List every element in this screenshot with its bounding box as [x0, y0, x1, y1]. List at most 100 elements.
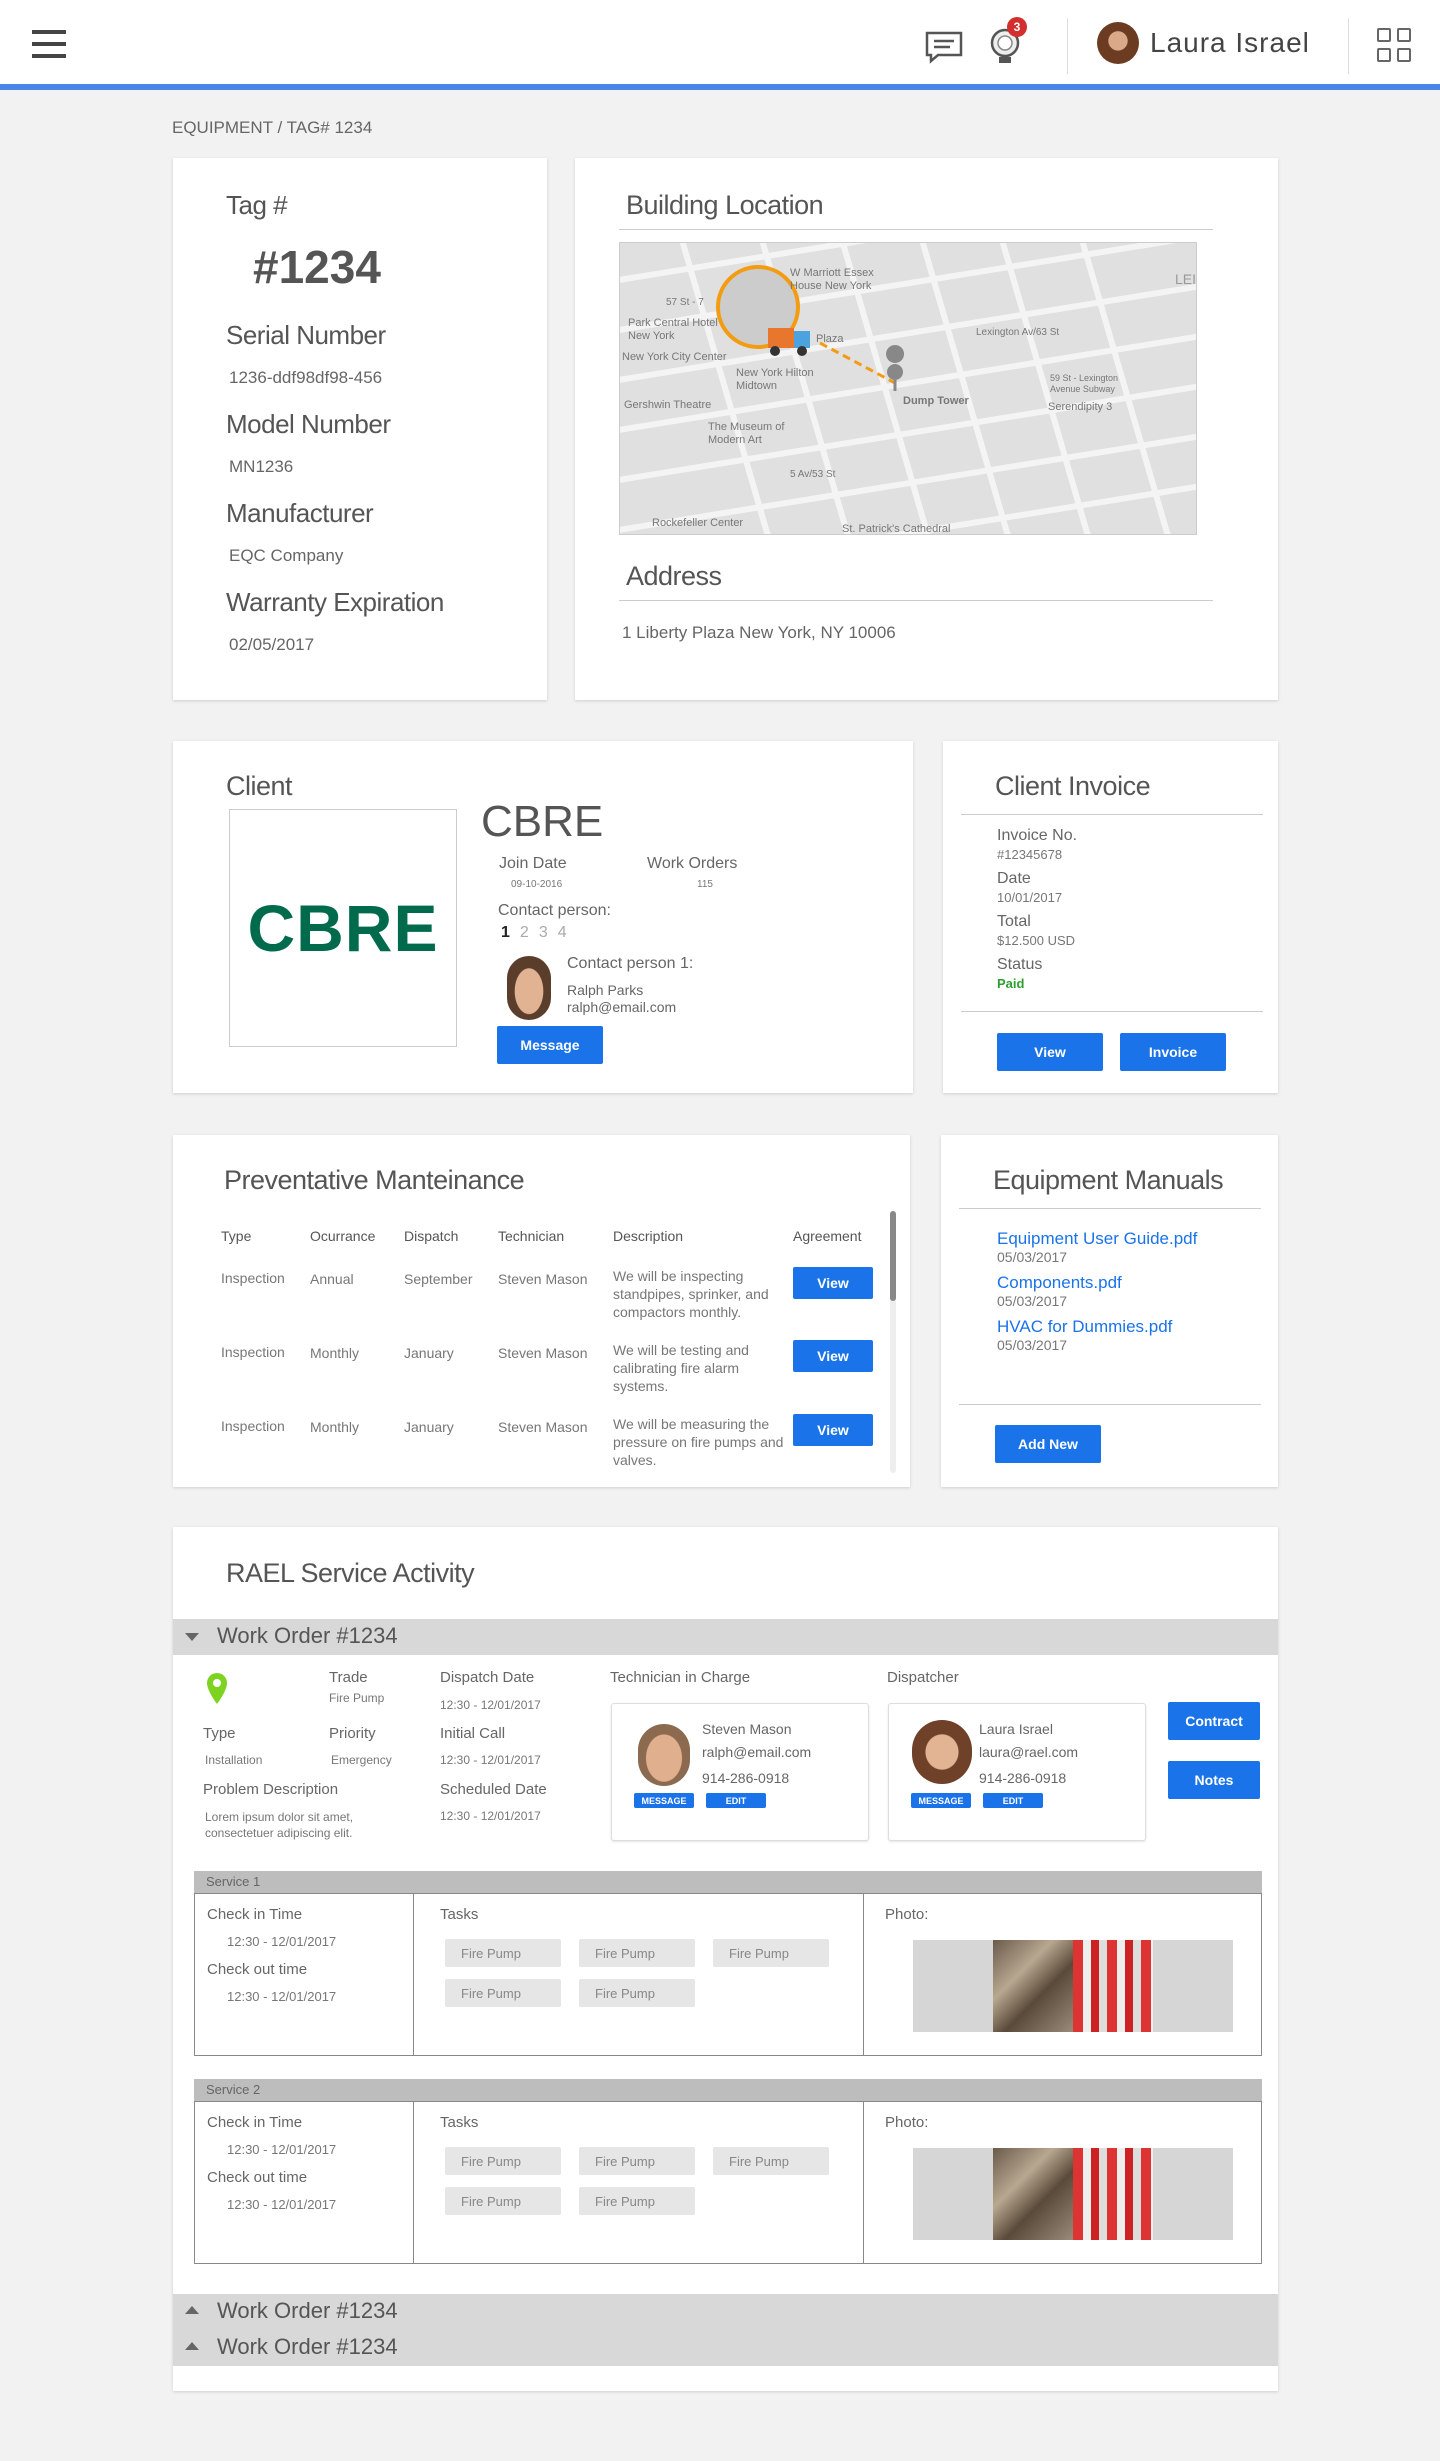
task-chip[interactable]: Fire Pump [579, 2147, 695, 2175]
serial-label: Serial Number [226, 320, 386, 350]
checkin-label: Check in Time [207, 1906, 303, 1923]
work-order-header[interactable]: Work Order #1234 [173, 1619, 1278, 1655]
technician-message-button[interactable]: MESSAGE [634, 1793, 694, 1808]
photo-machinery[interactable] [993, 2148, 1073, 2240]
row-occurrence: Monthly [310, 1419, 360, 1435]
location-pin-icon [206, 1672, 228, 1711]
scrollbar-thumb[interactable] [890, 1211, 896, 1301]
tasks-label: Tasks [440, 2114, 479, 2131]
grid-icon[interactable] [1377, 28, 1413, 64]
contact-person-label: Contact person: [498, 902, 611, 919]
invoice-button[interactable]: Invoice [1120, 1033, 1226, 1071]
invoice-no-label: Invoice No. [997, 827, 1078, 844]
map-label: Rockefeller Center [652, 517, 744, 529]
avatar[interactable] [1097, 22, 1139, 64]
type-value: Installation [205, 1753, 263, 1767]
work-order-header-collapsed[interactable]: Work Order #1234 [173, 2294, 1278, 2330]
page-1[interactable]: 1 [501, 924, 510, 942]
service-header: Service 2 [194, 2079, 1262, 2101]
client-title: Client [226, 771, 293, 801]
manual-link[interactable]: Equipment User Guide.pdf [997, 1229, 1197, 1249]
top-bar: 3 Laura Israel [0, 0, 1440, 90]
checkin-value: 12:30 - 12/01/2017 [227, 1934, 337, 1949]
work-order-title: Work Order #1234 [217, 2298, 398, 2323]
menu-icon[interactable] [32, 30, 66, 58]
page-3[interactable]: 3 [539, 924, 548, 942]
photo-placeholder[interactable] [913, 1940, 993, 2032]
dispatch-date-label: Dispatch Date [440, 1669, 535, 1686]
page-2[interactable]: 2 [520, 924, 529, 942]
view-invoice-button[interactable]: View [997, 1033, 1103, 1071]
address-label: Address [626, 561, 722, 591]
divider [1348, 18, 1349, 74]
row-dispatch: September [404, 1271, 473, 1287]
caret-up-icon[interactable] [185, 2342, 199, 2350]
task-chip[interactable]: Fire Pump [445, 2147, 561, 2175]
manual-link[interactable]: Components.pdf [997, 1273, 1122, 1293]
task-chip[interactable]: Fire Pump [445, 2187, 561, 2215]
manual-date: 05/03/2017 [997, 1249, 1068, 1265]
view-agreement-button[interactable]: View [793, 1414, 873, 1446]
chat-icon[interactable] [924, 30, 964, 69]
row-dispatch: January [404, 1419, 454, 1435]
caret-up-icon[interactable] [185, 2306, 199, 2314]
map[interactable]: W Marriott Essex House New York 57 St - … [619, 242, 1197, 535]
photo-fire-pump[interactable] [1073, 1940, 1153, 2032]
map-label: Dump Tower [903, 395, 969, 407]
task-chip[interactable]: Fire Pump [579, 1939, 695, 1967]
divider [1067, 18, 1068, 74]
dispatcher-message-button[interactable]: MESSAGE [911, 1793, 971, 1808]
map-label: Lexington Av/63 St [976, 327, 1060, 338]
manual-link[interactable]: HVAC for Dummies.pdf [997, 1317, 1172, 1337]
row-type: Inspection [221, 1344, 285, 1360]
dispatcher-card: Laura Israel laura@rael.com 914-286-0918… [888, 1703, 1146, 1841]
photo-fire-pump[interactable] [1073, 2148, 1153, 2240]
photo-placeholder[interactable] [1153, 1940, 1233, 2032]
photo-placeholder[interactable] [1153, 2148, 1233, 2240]
view-agreement-button[interactable]: View [793, 1340, 873, 1372]
page-4[interactable]: 4 [558, 924, 567, 942]
row-technician: Steven Mason [498, 1345, 588, 1361]
map-label: Park Central Hotel New York [628, 317, 718, 342]
user-name[interactable]: Laura Israel [1150, 27, 1310, 59]
task-chip[interactable]: Fire Pump [579, 2187, 695, 2215]
invoice-status-label: Status [997, 956, 1043, 973]
warranty-value: 02/05/2017 [229, 635, 315, 654]
dispatcher-edit-button[interactable]: EDIT [983, 1793, 1043, 1808]
technician-card: Steven Mason ralph@email.com 914-286-091… [611, 1703, 869, 1841]
map-label: W Marriott Essex House New York [790, 267, 874, 292]
invoice-status-value: Paid [997, 976, 1025, 991]
technician-edit-button[interactable]: EDIT [706, 1793, 766, 1808]
client-logo-text: CBRE [247, 891, 439, 965]
task-chip[interactable]: Fire Pump [445, 1979, 561, 2007]
dispatcher-phone: 914-286-0918 [979, 1770, 1067, 1786]
dispatch-date-value: 12:30 - 12/01/2017 [440, 1698, 541, 1712]
col-technician: Technician [498, 1228, 565, 1244]
divider [959, 1208, 1261, 1209]
divider [961, 814, 1263, 815]
initial-call-label: Initial Call [440, 1725, 506, 1742]
task-chip[interactable]: Fire Pump [713, 2147, 829, 2175]
work-order-title: Work Order #1234 [217, 1623, 398, 1648]
col-type: Type [221, 1228, 252, 1244]
checkin-label: Check in Time [207, 2114, 303, 2131]
invoice-total-label: Total [997, 913, 1031, 930]
contract-button[interactable]: Contract [1168, 1702, 1260, 1740]
photo-placeholder[interactable] [913, 2148, 993, 2240]
add-new-button[interactable]: Add New [995, 1425, 1101, 1463]
invoice-title: Client Invoice [995, 771, 1151, 801]
message-button[interactable]: Message [497, 1026, 603, 1064]
photo-machinery[interactable] [993, 1940, 1073, 2032]
caret-down-icon[interactable] [185, 1633, 199, 1641]
checkout-label: Check out time [207, 2169, 308, 2186]
breadcrumb[interactable]: EQUIPMENT / TAG# 1234 [172, 118, 372, 138]
task-chip[interactable]: Fire Pump [713, 1939, 829, 1967]
task-chip[interactable]: Fire Pump [579, 1979, 695, 2007]
notes-button[interactable]: Notes [1168, 1761, 1260, 1799]
tasks-label: Tasks [440, 1906, 479, 1923]
work-order-header-collapsed[interactable]: Work Order #1234 [173, 2330, 1278, 2366]
divider [619, 600, 1213, 601]
task-chip[interactable]: Fire Pump [445, 1939, 561, 1967]
manual-date: 05/03/2017 [997, 1293, 1068, 1309]
view-agreement-button[interactable]: View [793, 1267, 873, 1299]
